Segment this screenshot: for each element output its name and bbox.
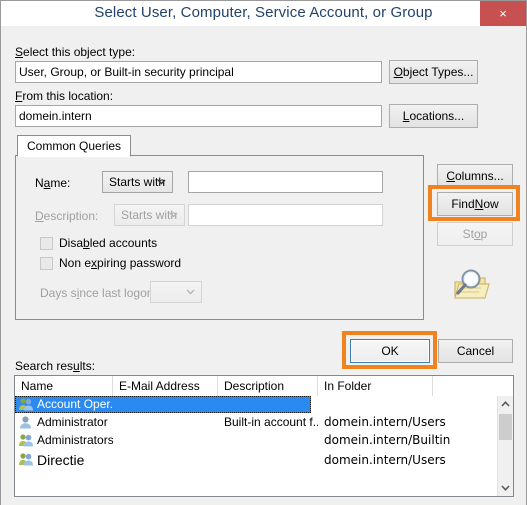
group-icon [18,397,34,412]
cell-description: Built-in account f... [224,415,318,429]
object-type-field[interactable]: User, Group, or Built-in security princi… [15,61,382,83]
vertical-scrollbar[interactable] [497,396,513,496]
days-since-logon-select [150,281,202,303]
non-expiring-password-label: Non expiring password [59,256,182,270]
object-type-label: Select this object type: [15,45,136,59]
cell-name: Account Oper... [37,397,113,411]
table-row[interactable]: Administrators domein.intern/Builtin [15,432,497,449]
description-label: Description: [35,209,99,223]
column-header-in-folder[interactable]: In Folder [318,376,433,396]
find-now-button[interactable]: Find Now [437,192,513,216]
cell-name: Directie [37,452,85,468]
search-results-label: Search results: [15,359,96,373]
name-condition-select[interactable]: Starts with [102,171,173,193]
locations-button[interactable]: Locations... [389,104,478,128]
list-body: Account Oper... domein.intern/Builtin Ad… [15,396,497,496]
group-icon [18,433,34,448]
table-row[interactable]: Directie domein.intern/Users [15,450,497,470]
table-row[interactable]: Administrator Built-in account f... dome… [15,414,497,431]
column-header-name[interactable]: Name [15,376,113,396]
group-icon [18,452,34,467]
common-queries-panel: Name: Starts with Description: Starts wi… [15,156,424,320]
object-types-button[interactable]: Object Types... [389,60,478,84]
tab-common-queries[interactable]: Common Queries [17,135,132,157]
non-expiring-password-checkbox [40,257,53,270]
cell-in-folder: domein.intern/Builtin [324,397,451,411]
days-since-logon-label: Days since last logon: [40,286,157,300]
description-value-input [188,204,383,226]
chevron-up-icon[interactable] [498,396,513,412]
chevron-down-icon [186,287,195,296]
description-condition-select: Starts with [114,204,185,226]
close-icon[interactable]: × [480,1,526,26]
cell-name: Administrators [37,433,113,447]
cell-in-folder: domein.intern/Builtin [324,433,451,447]
name-value-input[interactable] [188,171,383,193]
columns-button[interactable]: Columns... [437,164,513,188]
column-header-description[interactable]: Description [218,376,318,396]
column-header-email[interactable]: E-Mail Address [113,376,218,396]
list-header: Name E-Mail Address Description In Folde… [15,376,513,397]
cancel-button[interactable]: Cancel [438,339,513,363]
disabled-accounts-label: Disabled accounts [59,236,158,250]
dialog-body: Select this object type: User, Group, or… [1,26,526,505]
location-label: From this location: [15,89,114,103]
dialog-title: Select User, Computer, Service Account, … [94,4,433,21]
screenshot-root: Select User, Computer, Service Account, … [0,0,527,505]
location-field[interactable]: domein.intern [15,105,382,127]
common-queries-tabcontrol: Common Queries Name: Starts with Descrip… [15,134,424,320]
scrollbar-thumb[interactable] [499,414,512,440]
column-header-filler [433,376,499,396]
chevron-down-icon [157,177,166,186]
chevron-down-icon[interactable] [498,480,513,496]
user-icon [18,415,34,430]
title-bar: Select User, Computer, Service Account, … [1,1,526,27]
ok-button[interactable]: OK [350,339,430,363]
cell-in-folder: domein.intern/Users [324,415,446,429]
search-folder-icon [451,266,493,309]
cell-name: Administrator [37,415,108,429]
table-row-content[interactable]: Account Oper... domein.intern/Builtin [15,396,497,413]
search-results-list[interactable]: Name E-Mail Address Description In Folde… [14,375,514,497]
stop-button: St o p [437,222,513,246]
disabled-accounts-checkbox [40,237,53,250]
cell-in-folder: domein.intern/Users [324,453,446,467]
select-principal-dialog: Select User, Computer, Service Account, … [0,0,527,505]
chevron-down-icon [169,210,178,219]
name-label: Name: [35,176,71,190]
